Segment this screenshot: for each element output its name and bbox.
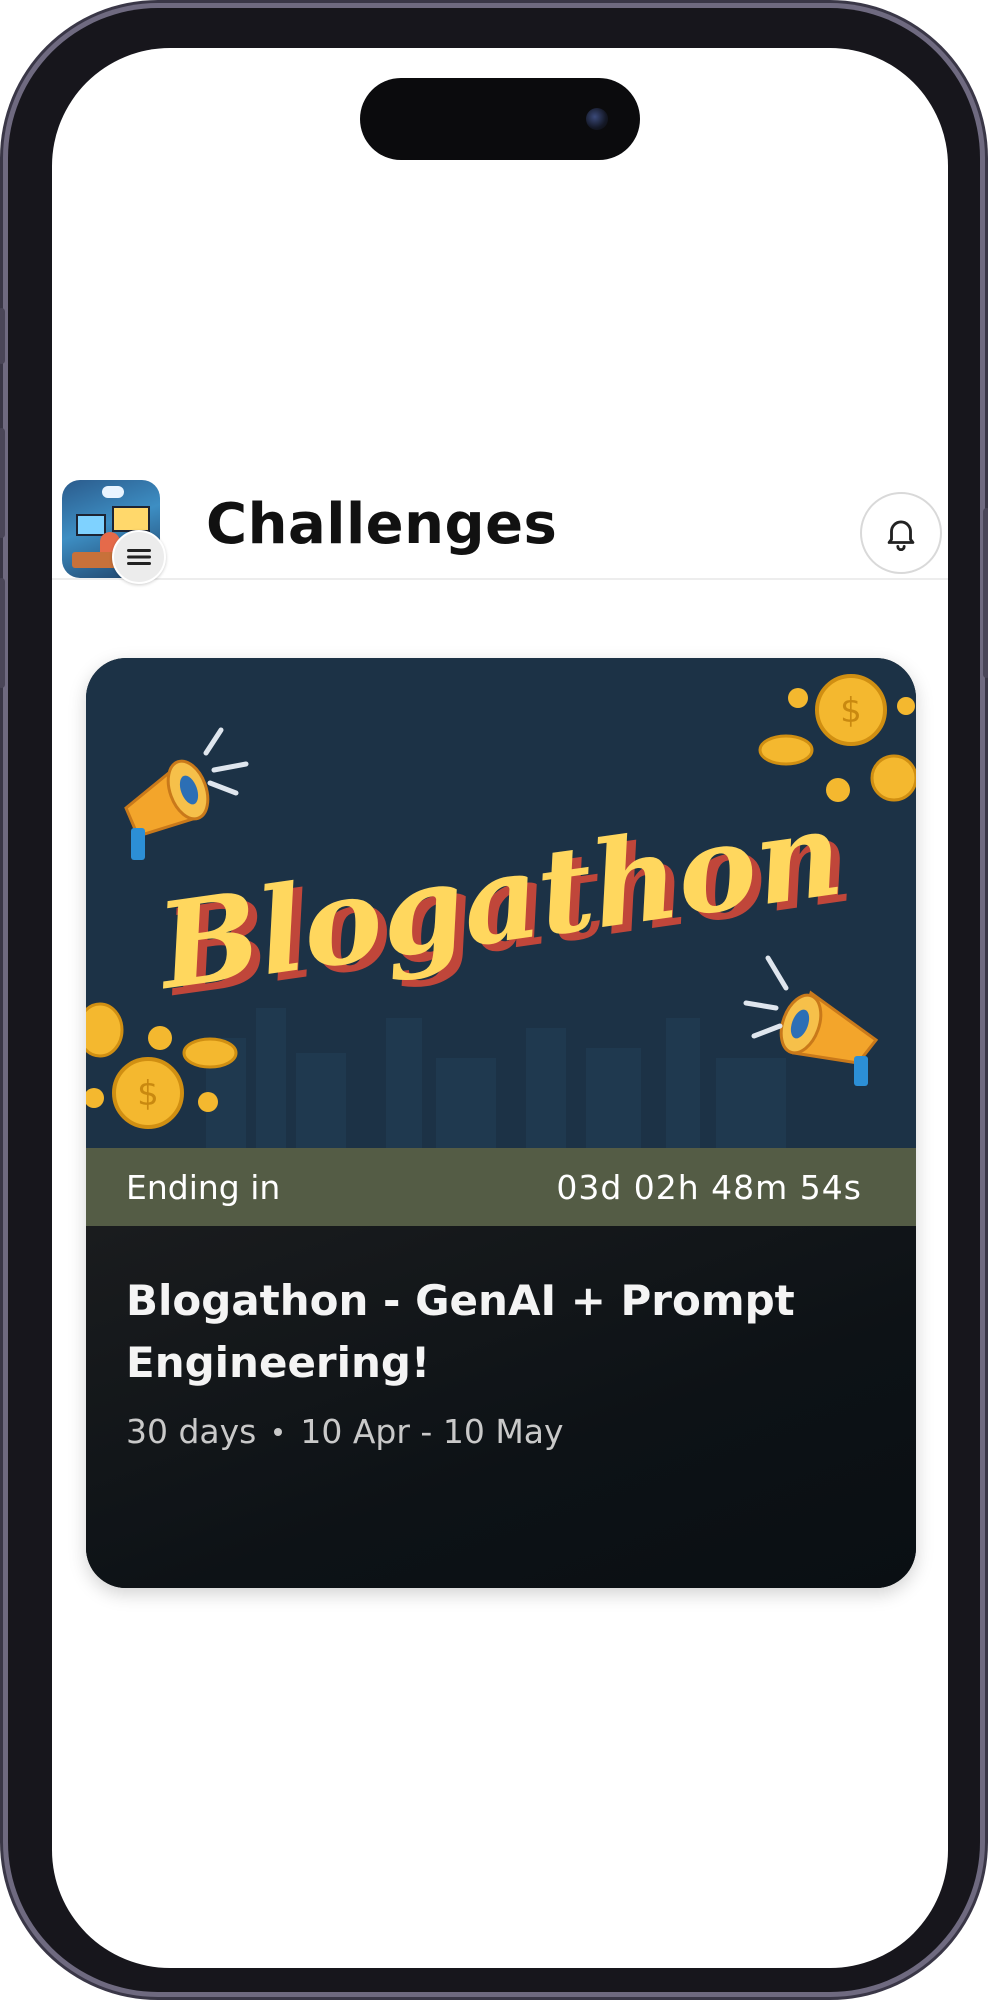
megaphone-left <box>124 727 249 860</box>
avatar-monitor-right <box>112 506 150 532</box>
volume-up-button <box>0 428 5 538</box>
banner-title: Blogathon Blogathon <box>147 783 859 1023</box>
camera-icon <box>586 108 608 130</box>
countdown-bar: Ending in 03d 02h 48m 54s <box>86 1148 916 1226</box>
challenge-duration: 30 days <box>126 1412 257 1451</box>
challenge-card[interactable]: $ $ Blogathon Blogathon Ending in 03d 02… <box>86 658 916 1588</box>
action-button <box>0 308 5 364</box>
separator-dot <box>274 1427 283 1436</box>
challenge-details: Blogathon - GenAI + Prompt Engineering! … <box>86 1226 916 1588</box>
power-button <box>983 508 988 678</box>
coins-top-right: $ <box>758 674 916 802</box>
coins-bottom-left: $ <box>86 1002 238 1129</box>
banner-title-text: Blogathon <box>147 783 850 1017</box>
avatar-monitor-left <box>76 514 106 536</box>
page-title: Challenges <box>206 492 558 557</box>
challenge-date-range: 10 Apr - 10 May <box>300 1412 564 1451</box>
challenge-meta: 30 days 10 Apr - 10 May <box>126 1412 564 1451</box>
countdown-label: Ending in <box>126 1168 281 1207</box>
countdown-timer: 03d 02h 48m 54s <box>556 1168 862 1207</box>
challenge-title: Blogathon - GenAI + Prompt Engineering! <box>126 1276 795 1387</box>
bell-icon <box>887 520 915 551</box>
volume-down-button <box>0 578 5 688</box>
phone-frame: Challenges $ $ Blogathon Blogathon Endin… <box>0 8 988 1992</box>
banner-illustration: $ $ Blogathon Blogathon <box>86 674 916 1148</box>
svg-text:$: $ <box>840 691 862 731</box>
svg-text:$: $ <box>137 1074 159 1114</box>
dynamic-island <box>360 78 640 160</box>
hamburger-menu-icon <box>127 549 151 565</box>
notifications-button[interactable] <box>860 492 942 574</box>
challenge-banner: $ $ Blogathon Blogathon <box>86 658 916 1148</box>
app-header: Challenges <box>52 438 948 584</box>
avatar-cloud <box>102 486 124 498</box>
app-screen: Challenges $ $ Blogathon Blogathon Endin… <box>52 48 948 1968</box>
menu-button[interactable] <box>112 530 166 584</box>
